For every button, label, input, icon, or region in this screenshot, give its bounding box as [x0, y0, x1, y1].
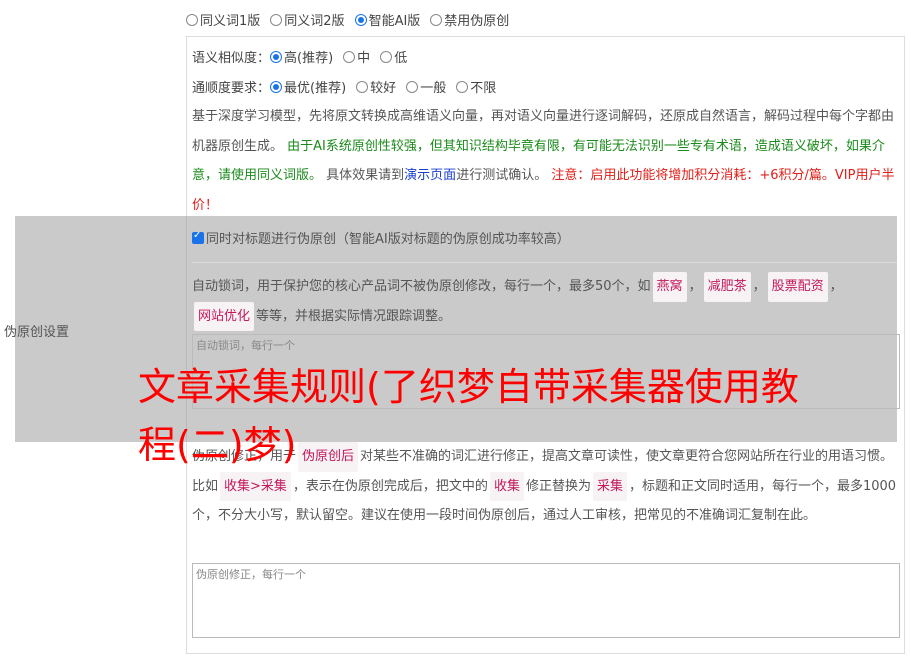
radio-dot — [456, 80, 469, 93]
fluency-label: 通顺度要求： — [192, 81, 271, 96]
example-tag: 燕窝 — [652, 272, 687, 302]
radio-dot — [270, 13, 283, 26]
radio-fluency-good[interactable]: 较好 — [356, 77, 396, 96]
radio-dot — [430, 13, 443, 26]
radio-similarity-high[interactable]: 高(推荐) — [270, 47, 333, 66]
radio-dot — [343, 50, 356, 63]
radio-dot — [186, 13, 198, 26]
mode-radio-group: 同义词1版 同义词2版 智能AI版 禁用伪原创 — [186, 10, 519, 29]
example-tag: 采集 — [592, 471, 627, 501]
radio-similarity-low[interactable]: 低 — [380, 47, 407, 66]
radio-dot — [356, 80, 369, 93]
example-tag: 股票配资 — [767, 272, 828, 302]
radio-dot — [270, 80, 283, 93]
radio-synonym-v2[interactable]: 同义词2版 — [270, 10, 345, 29]
example-tag: 网站优化 — [194, 301, 255, 331]
divider — [192, 262, 897, 263]
radio-dot — [406, 80, 419, 93]
similarity-label: 语义相似度： — [192, 51, 271, 66]
lock-words-description: 自动锁词，用于保护您的核心产品词不被伪原创修改，每行一个，最多50个，如 燕窝，减… — [192, 272, 897, 331]
demo-page-link[interactable]: 演示页面 — [404, 168, 456, 183]
desc-text: 具体效果请到 — [326, 168, 405, 183]
desc-text: ，表示在伪原创完成后，把文中的 — [292, 478, 488, 494]
fluency-row: 通顺度要求： 最优(推荐) 较好 一般 不限 — [192, 77, 506, 96]
radio-fluency-normal[interactable]: 一般 — [406, 77, 446, 96]
radio-fluency-any[interactable]: 不限 — [456, 77, 496, 96]
similarity-row: 语义相似度： 高(推荐) 中 低 — [192, 47, 417, 66]
desc-text: 自动锁词，用于保护您的核心产品词不被伪原创修改，每行一个，最多50个，如 — [192, 279, 651, 294]
radio-dot — [380, 50, 393, 63]
ai-description: 基于深度学习模型，先将原文转换成高维语义向量，再对语义向量进行逐词解码，还原成自… — [192, 102, 897, 220]
example-tag: 收集 — [489, 471, 524, 501]
checkbox-icon — [192, 230, 204, 244]
desc-text: 修正替换为 — [525, 478, 591, 494]
watermark-overlay-text: 文章采集规则(了织梦自带采集器使用教程(二)梦) — [138, 365, 799, 467]
radio-similarity-mid[interactable]: 中 — [343, 47, 370, 66]
corrections-textarea[interactable] — [192, 563, 900, 638]
desc-text: 等等，并根据实际情况跟踪调整。 — [256, 308, 452, 324]
radio-dot — [354, 13, 367, 26]
radio-dot — [270, 50, 283, 63]
radio-disable[interactable]: 禁用伪原创 — [430, 10, 509, 29]
radio-fluency-best[interactable]: 最优(推荐) — [270, 77, 346, 96]
checkbox-label: 同时对标题进行伪原创（智能AI版对标题的伪原创成功率较高） — [206, 232, 570, 247]
example-tag: 减肥茶 — [703, 272, 751, 302]
example-tag: 收集>采集 — [220, 471, 291, 501]
title-rewrite-checkbox[interactable]: 同时对标题进行伪原创（智能AI版对标题的伪原创成功率较高） — [192, 228, 570, 247]
radio-smart-ai[interactable]: 智能AI版 — [354, 10, 420, 29]
desc-text: 进行测试确认。 — [456, 168, 548, 183]
section-label: 伪原创设置 — [4, 325, 70, 340]
radio-synonym-v1[interactable]: 同义词1版 — [186, 10, 260, 29]
